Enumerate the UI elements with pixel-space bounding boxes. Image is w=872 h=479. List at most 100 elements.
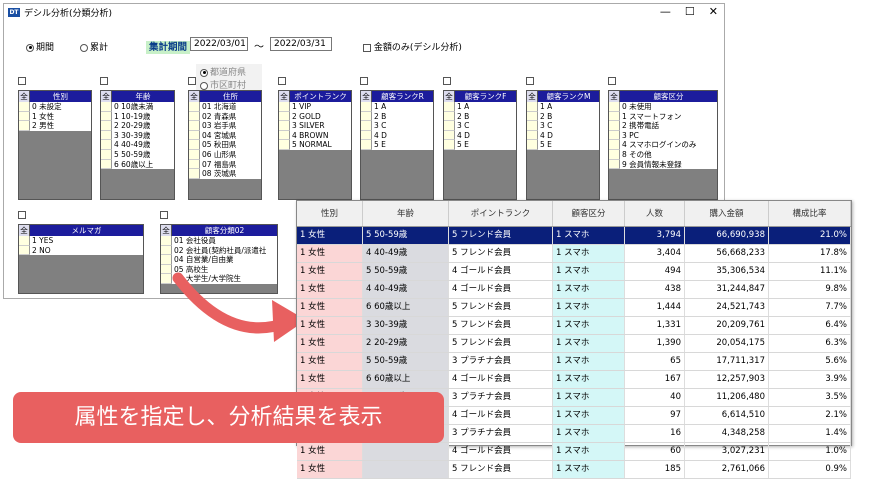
select-all-button[interactable]: 全 (19, 225, 30, 236)
list-item[interactable]: 03 岩手県 (189, 121, 261, 131)
list-select-checkbox[interactable] (278, 77, 286, 85)
item-checkbox[interactable] (189, 111, 200, 122)
list-item[interactable]: 2 携帯電話 (609, 121, 717, 131)
column-header[interactable]: 人数 (625, 201, 685, 226)
table-row[interactable]: 1 女性 4 ゴールド会員 1 スマホ 60 3,027,231 1.0% (297, 443, 851, 461)
list-item[interactable]: 1 スマートフォン (609, 111, 717, 122)
select-all-button[interactable]: 全 (189, 91, 200, 102)
list-item[interactable]: 5 E (527, 140, 599, 150)
select-all-button[interactable]: 全 (161, 225, 172, 236)
list-item[interactable]: 3 C (527, 121, 599, 131)
item-checkbox[interactable] (279, 140, 290, 150)
item-checkbox[interactable] (444, 140, 455, 150)
list-item[interactable]: 1 A (361, 102, 433, 112)
list-item[interactable]: 5 E (361, 140, 433, 150)
list-select-checkbox[interactable] (160, 211, 168, 219)
list-item[interactable]: 3 SILVER (279, 121, 351, 131)
item-checkbox[interactable] (189, 159, 200, 170)
list-item[interactable]: 3 30-39歳 (101, 130, 174, 141)
column-header[interactable]: 年齢 (363, 201, 449, 226)
list-item[interactable]: 1 10-19歳 (101, 111, 174, 122)
radio-cumulative[interactable]: 累計 (80, 40, 108, 53)
select-all-button[interactable]: 全 (527, 91, 538, 102)
item-checkbox[interactable] (527, 102, 538, 112)
list-item[interactable]: 01 北海道 (189, 102, 261, 112)
item-checkbox[interactable] (361, 140, 372, 150)
list-item[interactable]: 2 B (361, 111, 433, 122)
item-checkbox[interactable] (101, 159, 112, 170)
item-checkbox[interactable] (444, 130, 455, 141)
column-header[interactable]: 性別 (297, 201, 363, 226)
item-checkbox[interactable] (189, 130, 200, 141)
item-checkbox[interactable] (189, 102, 200, 112)
list-item[interactable]: 3 PC (609, 130, 717, 141)
list-item[interactable]: 1 A (444, 102, 516, 112)
list-item[interactable]: 3 C (444, 121, 516, 131)
item-checkbox[interactable] (361, 102, 372, 112)
item-checkbox[interactable] (101, 102, 112, 112)
item-checkbox[interactable] (609, 102, 620, 112)
list-select-checkbox[interactable] (608, 77, 616, 85)
item-checkbox[interactable] (101, 140, 112, 150)
item-checkbox[interactable] (19, 102, 30, 112)
item-checkbox[interactable] (279, 102, 290, 112)
select-all-button[interactable]: 全 (361, 91, 372, 102)
item-checkbox[interactable] (19, 245, 30, 256)
select-all-button[interactable]: 全 (279, 91, 290, 102)
list-item[interactable]: 9 会員情報未登録 (609, 159, 717, 170)
list-item[interactable]: 07 福島県 (189, 159, 261, 170)
list-item[interactable]: 06 山形県 (189, 149, 261, 160)
list-item[interactable]: 1 A (527, 102, 599, 112)
amount-only-checkbox[interactable]: 金額のみ(デシル分析) (363, 40, 462, 53)
radio-prefecture[interactable]: 都道府県 (200, 65, 258, 78)
list-item[interactable]: 5 E (444, 140, 516, 150)
item-checkbox[interactable] (189, 140, 200, 150)
list-item[interactable]: 8 その他 (609, 149, 717, 160)
item-checkbox[interactable] (19, 236, 30, 246)
item-checkbox[interactable] (189, 121, 200, 131)
item-checkbox[interactable] (101, 121, 112, 131)
item-checkbox[interactable] (609, 130, 620, 141)
list-item[interactable]: 2 男性 (19, 121, 91, 131)
item-checkbox[interactable] (444, 121, 455, 131)
list-item[interactable]: 4 D (361, 130, 433, 141)
item-checkbox[interactable] (361, 130, 372, 141)
column-header[interactable]: 顧客区分 (553, 201, 625, 226)
table-row[interactable]: 1 女性 5 50-59歳 4 ゴールド会員 1 スマホ 494 35,306,534 11… (297, 263, 851, 281)
list-item[interactable]: 2 B (444, 111, 516, 122)
item-checkbox[interactable] (527, 121, 538, 131)
table-row[interactable]: 1 女性 6 60歳以上 4 ゴールド会員 1 スマホ 167 12,257,903 3.9… (297, 371, 851, 389)
list-item[interactable]: 3 C (361, 121, 433, 131)
column-header[interactable]: 構成比率 (769, 201, 851, 226)
list-select-checkbox[interactable] (18, 77, 26, 85)
list-item[interactable]: 2 NO (19, 245, 143, 256)
item-checkbox[interactable] (609, 111, 620, 122)
table-row[interactable]: 1 女性 5 フレンド会員 1 スマホ 185 2,761,066 0.9% (297, 461, 851, 479)
list-item[interactable]: 08 茨城県 (189, 169, 261, 179)
list-select-checkbox[interactable] (18, 211, 26, 219)
item-checkbox[interactable] (161, 255, 172, 265)
table-row[interactable]: 1 女性 2 20-29歳 5 フレンド会員 1 スマホ 1,390 20,054,175… (297, 335, 851, 353)
select-all-button[interactable]: 全 (101, 91, 112, 102)
list-item[interactable]: 2 GOLD (279, 111, 351, 122)
item-checkbox[interactable] (527, 140, 538, 150)
list-item[interactable]: 02 会社員(契約社員/派遣社 (161, 245, 277, 256)
item-checkbox[interactable] (279, 121, 290, 131)
item-checkbox[interactable] (161, 236, 172, 246)
list-item[interactable]: 4 BROWN (279, 130, 351, 141)
list-item[interactable]: 1 VIP (279, 102, 351, 112)
list-item[interactable]: 04 自営業/自由業 (161, 255, 277, 265)
table-row[interactable]: 1 女性 5 50-59歳 3 プラチナ会員 1 スマホ 65 17,711,317 5.6… (297, 353, 851, 371)
column-header[interactable]: ポイントランク (449, 201, 553, 226)
list-item[interactable]: 2 B (527, 111, 599, 122)
item-checkbox[interactable] (19, 111, 30, 122)
item-checkbox[interactable] (161, 245, 172, 256)
item-checkbox[interactable] (527, 111, 538, 122)
list-select-checkbox[interactable] (188, 77, 196, 85)
item-checkbox[interactable] (279, 111, 290, 122)
radio-period[interactable]: 期間 (26, 40, 54, 53)
item-checkbox[interactable] (19, 121, 30, 131)
item-checkbox[interactable] (609, 121, 620, 131)
item-checkbox[interactable] (361, 121, 372, 131)
table-row[interactable]: 1 女性 4 40-49歳 4 ゴールド会員 1 スマホ 438 31,244,847 9.… (297, 281, 851, 299)
